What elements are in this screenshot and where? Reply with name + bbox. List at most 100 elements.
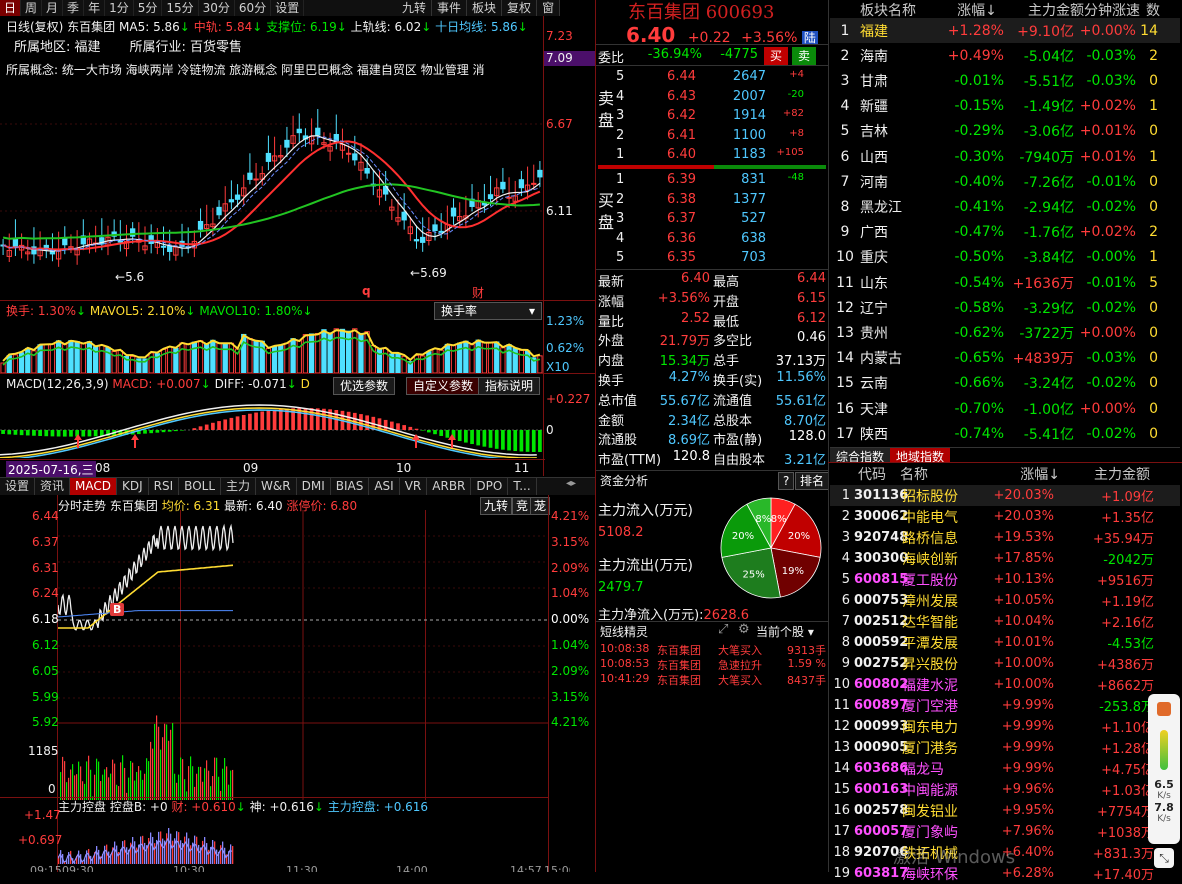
indicator-tab[interactable]: T... — [508, 478, 537, 495]
control-chart[interactable] — [58, 812, 548, 864]
sector-header-count[interactable]: 数 — [1140, 0, 1160, 19]
sector-row[interactable]: 14 内蒙古 -0.65% +4839万 -0.03% 0 — [830, 346, 1180, 371]
expand-corner-icon[interactable]: ⤡ — [1154, 848, 1174, 868]
sector-row[interactable]: 8 黑龙江 -0.41% -2.94亿 -0.02% 0 — [830, 194, 1180, 219]
sector-row[interactable]: 16 天津 -0.70% -1.00亿 +0.00% 0 — [830, 396, 1180, 421]
composite-index-tab[interactable]: 综合指数 — [830, 448, 891, 464]
buy-button[interactable]: 买 — [764, 47, 789, 66]
sector-row[interactable]: 9 广西 -0.47% -1.76亿 +0.02% 2 — [830, 220, 1180, 245]
period-tab[interactable]: 15分 — [162, 0, 199, 16]
stock-row[interactable]: 10 600802 福建水泥 +10.00% +8662万 — [830, 674, 1180, 695]
indicator-tab[interactable]: ARBR — [427, 478, 472, 495]
stock-row[interactable]: 8 000592 平潭发展 +10.01% -4.53亿 — [830, 632, 1180, 653]
sector-tab[interactable]: 板块 — [467, 0, 503, 16]
event-marker-q[interactable]: q — [362, 284, 371, 298]
buy-order-row[interactable]: 4 6.36 638 — [598, 231, 826, 246]
indicator-tab[interactable]: BIAS — [331, 478, 370, 495]
period-tab[interactable]: 季 — [63, 0, 85, 16]
sector-row[interactable]: 4 新疆 -0.15% -1.49亿 +0.02% 1 — [830, 94, 1180, 119]
sector-header-change[interactable]: 涨幅↓ — [942, 0, 1012, 19]
indicator-tab[interactable]: W&R — [256, 478, 297, 495]
sector-header-amount[interactable]: 主力金额 — [1012, 0, 1084, 19]
finance-marker[interactable]: 财 — [472, 284, 484, 301]
period-tab[interactable]: 月 — [42, 0, 64, 16]
jiuzhuan-tab[interactable]: 九转 — [397, 0, 433, 16]
region-index-tab[interactable]: 地域指数 — [890, 448, 951, 464]
stock-row[interactable]: 5 600815 厦工股份 +10.13% +9516万 — [830, 569, 1180, 590]
kline-chart[interactable] — [0, 80, 543, 300]
network-speed-widget[interactable]: 6.5 K/s 7.8 K/s — [1148, 694, 1180, 844]
buy-order-row[interactable]: 5 6.35 703 — [598, 250, 826, 265]
stock-row[interactable]: 6 000753 漳州发展 +10.05% +1.19亿 — [830, 590, 1180, 611]
sector-row[interactable]: 12 辽宁 -0.58% -3.29亿 -0.02% 0 — [830, 295, 1180, 320]
sell-order-row[interactable]: 4 6.43 2007 -20 — [598, 89, 826, 104]
sector-row[interactable]: 3 甘肃 -0.01% -5.51亿 -0.03% 0 — [830, 68, 1180, 93]
intraday-chart[interactable] — [58, 510, 548, 800]
period-tab[interactable]: 年 — [84, 0, 106, 16]
sell-order-row[interactable]: 5 6.44 2647 +4 — [598, 69, 826, 84]
sector-row[interactable]: 15 云南 -0.66% -3.24亿 -0.02% 0 — [830, 371, 1180, 396]
sector-row[interactable]: 11 山东 -0.54% +1636万 -0.01% 5 — [830, 270, 1180, 295]
sector-row[interactable]: 2 海南 +0.49% -5.04亿 -0.03% 2 — [830, 43, 1180, 68]
sell-order-row[interactable]: 2 6.41 1100 +8 — [598, 128, 826, 143]
indicator-tab[interactable]: ASI — [369, 478, 400, 495]
stock-header-name[interactable]: 名称 — [900, 464, 990, 484]
tab-scroll-arrows[interactable]: ◂▸ — [566, 478, 576, 489]
stock-row[interactable]: 17 600057 厦门象屿 +7.96% +1038万 — [830, 821, 1180, 842]
indicator-tab[interactable]: 资讯 — [35, 478, 71, 495]
short-line-scope[interactable]: 当前个股 ▾ — [756, 623, 814, 640]
stock-row[interactable]: 15 600163 中闽能源 +9.96% +1.03亿 — [830, 779, 1180, 800]
rank-button[interactable]: 排名 — [795, 472, 830, 490]
gear-icon[interactable]: ⚙ — [738, 622, 750, 637]
expand-icon[interactable]: ⤢ — [718, 622, 728, 637]
buy-order-row[interactable]: 1 6.39 831 -48 — [598, 172, 826, 187]
sector-header-speed[interactable]: 分钟涨速 — [1084, 0, 1140, 19]
period-tab[interactable]: 5分 — [134, 0, 163, 16]
window-tab[interactable]: 窗 — [537, 0, 561, 16]
indicator-tab[interactable]: RSI — [149, 478, 180, 495]
sell-order-row[interactable]: 3 6.42 1914 +82 — [598, 108, 826, 123]
stock-header-amount[interactable]: 主力金额 — [1060, 464, 1150, 484]
indicator-tab[interactable]: VR — [400, 478, 428, 495]
event-tab[interactable]: 事件 — [432, 0, 468, 16]
adjust-tab[interactable]: 复权 — [502, 0, 538, 16]
stock-row[interactable]: 16 002578 闽发铝业 +9.95% +7754万 — [830, 800, 1180, 821]
stock-row[interactable]: 3 920748 路桥信息 +19.53% +35.94万 — [830, 527, 1180, 548]
period-tab[interactable]: 30分 — [199, 0, 235, 16]
sector-row[interactable]: 7 河南 -0.40% -7.26亿 -0.01% 0 — [830, 169, 1180, 194]
sector-row[interactable]: 6 山西 -0.30% -7940万 +0.01% 1 — [830, 144, 1180, 169]
turnover-chart[interactable] — [0, 318, 543, 373]
stock-header-code[interactable]: 代码 — [858, 464, 900, 484]
buy-signal-marker[interactable]: B — [110, 603, 125, 616]
period-tab[interactable]: 日 — [0, 0, 22, 16]
stock-row[interactable]: 13 000905 厦门港务 +9.99% +1.28亿 — [830, 737, 1180, 758]
stock-row[interactable]: 1 301136 招标股份 +20.03% +1.09亿 — [830, 485, 1180, 506]
period-tab[interactable]: 1分 — [105, 0, 134, 16]
indicator-tab[interactable]: BOLL — [179, 478, 222, 495]
sector-header-name[interactable]: 板块名称 — [860, 0, 942, 19]
macd-chart[interactable] — [0, 392, 543, 458]
sector-row[interactable]: 10 重庆 -0.50% -3.84亿 -0.00% 1 — [830, 245, 1180, 270]
indicator-tab[interactable]: DMI — [297, 478, 331, 495]
stock-row[interactable]: 12 000993 闽东电力 +9.99% +1.10亿 — [830, 716, 1180, 737]
stock-row[interactable]: 11 600897 厦门空港 +9.99% -253.8万 — [830, 695, 1180, 716]
sector-row[interactable]: 5 吉林 -0.29% -3.06亿 +0.01% 0 — [830, 119, 1180, 144]
indicator-tab[interactable]: 主力 — [221, 478, 257, 495]
indicator-tab[interactable]: MACD — [70, 478, 118, 495]
indicator-tab[interactable]: KDJ — [117, 478, 149, 495]
help-button[interactable]: ? — [778, 472, 795, 490]
stock-row[interactable]: 2 300062 中能电气 +20.03% +1.35亿 — [830, 506, 1180, 527]
sector-row[interactable]: 13 贵州 -0.62% -3722万 +0.00% 0 — [830, 320, 1180, 345]
stock-row[interactable]: 4 300300 海峡创新 +17.85% -2042万 — [830, 548, 1180, 569]
sector-row[interactable]: 17 陕西 -0.74% -5.41亿 -0.02% 0 — [830, 421, 1180, 446]
indicator-tab[interactable]: DPO — [471, 478, 509, 495]
buy-order-row[interactable]: 2 6.38 1377 — [598, 192, 826, 207]
settings-tab[interactable]: 设置 — [271, 0, 305, 16]
indicator-tab[interactable]: 设置 — [0, 478, 36, 495]
stock-row[interactable]: 7 002512 达华智能 +10.04% +2.16亿 — [830, 611, 1180, 632]
buy-order-row[interactable]: 3 6.37 527 — [598, 211, 826, 226]
sell-order-row[interactable]: 1 6.40 1183 +105 — [598, 147, 826, 162]
period-tab[interactable]: 60分 — [235, 0, 272, 16]
stock-row[interactable]: 9 002752 昇兴股份 +10.00% +4386万 — [830, 653, 1180, 674]
sell-button[interactable]: 卖 — [792, 47, 817, 66]
